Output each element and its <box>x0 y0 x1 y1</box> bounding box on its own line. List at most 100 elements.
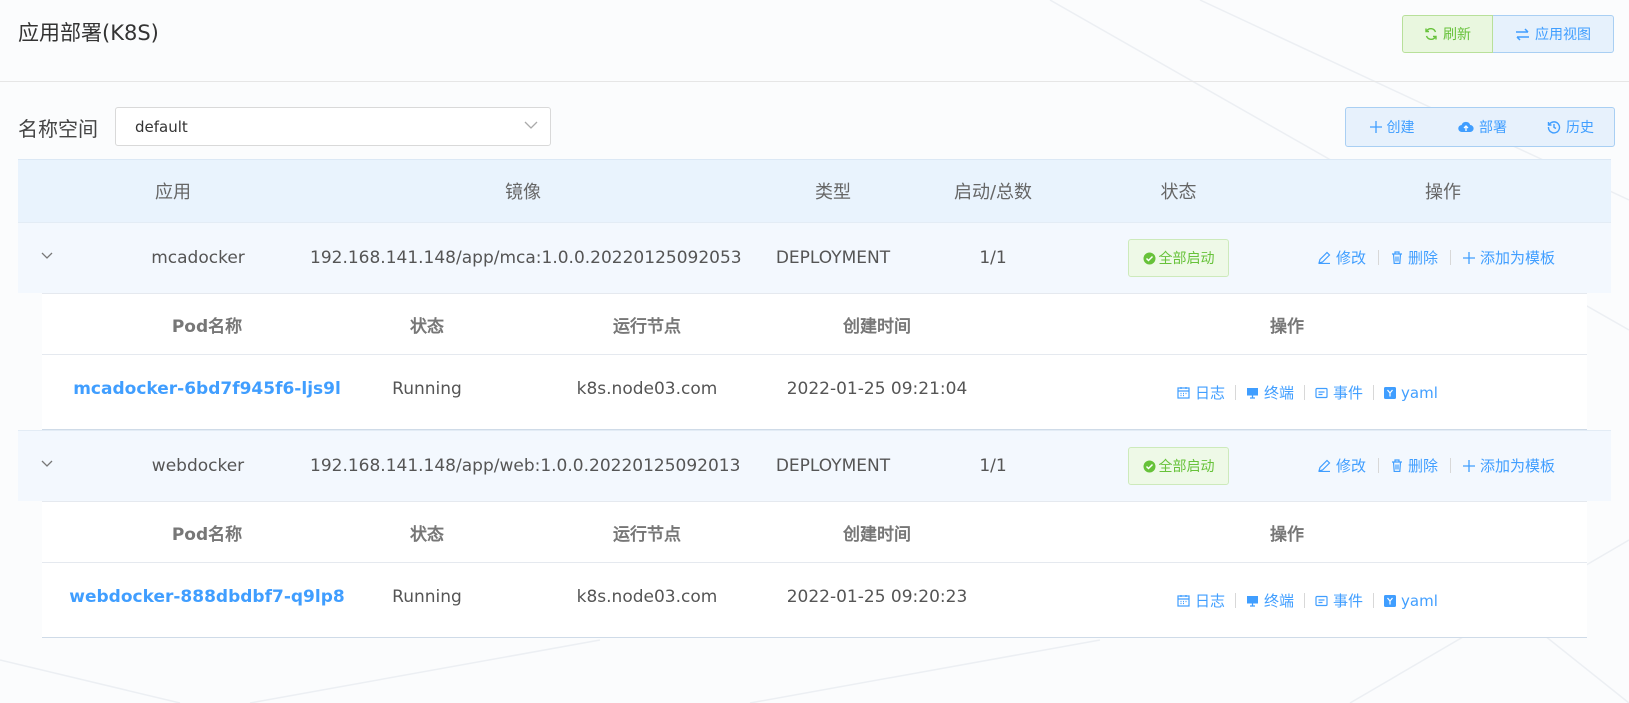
yaml-button[interactable]: yaml <box>1384 384 1438 402</box>
plus-icon <box>1369 121 1382 133</box>
add-template-label: 添加为模板 <box>1480 249 1556 267</box>
table-row: webdocker 192.168.141.148/app/web:1.0.0.… <box>18 430 1611 501</box>
terminal-label: 终端 <box>1264 592 1295 610</box>
pod-status: Running <box>392 587 462 607</box>
pod-node: k8s.node03.com <box>576 379 718 399</box>
refresh-label: 刷新 <box>1443 27 1471 43</box>
divider <box>1378 458 1380 473</box>
pod-table-header: Pod名称 状态 运行节点 创建时间 操作 <box>42 293 1587 355</box>
app-type: DEPLOYMENT <box>775 456 891 476</box>
add-template-button[interactable]: 添加为模板 <box>1463 247 1555 268</box>
logs-label: 日志 <box>1195 592 1226 610</box>
column-header-ops: 操作 <box>1425 182 1461 203</box>
divider <box>1373 593 1375 608</box>
table-row: mcadocker 192.168.141.148/app/mca:1.0.0.… <box>18 222 1611 293</box>
deploy-button[interactable]: 部署 <box>1438 108 1527 146</box>
divider <box>1304 593 1306 608</box>
yaml-label: yaml <box>1401 383 1438 402</box>
plus-icon <box>1463 251 1476 264</box>
deploy-label: 部署 <box>1479 120 1507 136</box>
divider <box>1378 250 1380 265</box>
plus-icon <box>1463 459 1476 472</box>
pod-name-link[interactable]: webdocker-888dbdbf7-q9lp8 <box>62 587 352 607</box>
action-button-group: 创建 部署 历史 <box>1345 107 1615 147</box>
deployment-table: 应用 镜像 类型 启动/总数 状态 操作 mcadocker 192.168.1… <box>18 159 1611 638</box>
add-template-label: 添加为模板 <box>1480 457 1556 475</box>
create-label: 创建 <box>1386 120 1415 136</box>
column-header-count: 启动/总数 <box>953 182 1033 203</box>
delete-label: 删除 <box>1408 457 1439 475</box>
yaml-button[interactable]: yaml <box>1384 592 1438 610</box>
app-view-label: 应用视图 <box>1535 27 1591 43</box>
calendar-icon <box>1177 594 1190 607</box>
terminal-label: 终端 <box>1264 384 1295 402</box>
divider <box>1235 593 1237 608</box>
delete-button[interactable]: 删除 <box>1391 455 1438 476</box>
yaml-label: yaml <box>1401 591 1438 610</box>
terminal-button[interactable]: 终端 <box>1246 590 1294 611</box>
add-template-button[interactable]: 添加为模板 <box>1463 455 1555 476</box>
page-title: 应用部署(K8S) <box>18 21 159 45</box>
pod-actions: 日志 终端 事件 yaml <box>1177 382 1438 403</box>
swap-icon <box>1515 27 1530 41</box>
pod-column-name: Pod名称 <box>171 317 243 337</box>
logs-button[interactable]: 日志 <box>1177 382 1225 403</box>
delete-label: 删除 <box>1408 249 1439 267</box>
refresh-icon <box>1424 27 1438 41</box>
logs-label: 日志 <box>1195 384 1226 402</box>
yaml-icon <box>1384 594 1397 607</box>
app-image: 192.168.141.148/app/web:1.0.0.2022012509… <box>310 456 741 476</box>
app-view-button[interactable]: 应用视图 <box>1493 15 1614 53</box>
column-header-image: 镜像 <box>505 182 541 203</box>
pod-column-created: 创建时间 <box>843 525 911 545</box>
status-text: 全部启动 <box>1158 251 1215 267</box>
namespace-value: default <box>135 117 188 136</box>
terminal-button[interactable]: 终端 <box>1246 382 1294 403</box>
calendar-icon <box>1177 386 1190 399</box>
edit-button[interactable]: 修改 <box>1318 455 1366 476</box>
app-type: DEPLOYMENT <box>775 248 891 268</box>
check-circle-icon <box>1143 252 1156 265</box>
divider <box>1450 250 1452 265</box>
divider <box>1304 385 1306 400</box>
column-header-status: 状态 <box>1160 182 1197 203</box>
status-text: 全部启动 <box>1158 459 1215 475</box>
edit-label: 修改 <box>1336 457 1367 475</box>
pod-column-node: 运行节点 <box>613 525 681 545</box>
app-name: mcadocker <box>151 248 245 268</box>
divider <box>1450 458 1452 473</box>
cloud-upload-icon <box>1458 121 1474 133</box>
app-count: 1/1 <box>979 248 1007 268</box>
chevron-down-icon[interactable] <box>40 459 56 473</box>
chevron-down-icon <box>524 120 538 130</box>
namespace-select[interactable]: default <box>115 107 551 146</box>
events-button[interactable]: 事件 <box>1315 590 1363 611</box>
pod-table: Pod名称 状态 运行节点 创建时间 操作 mcadocker-6bd7f945… <box>42 293 1587 430</box>
chevron-down-icon[interactable] <box>40 251 56 265</box>
pod-actions: 日志 终端 事件 yaml <box>1177 590 1438 611</box>
history-button[interactable]: 历史 <box>1527 108 1614 146</box>
check-circle-icon <box>1143 460 1156 473</box>
pod-column-status: 状态 <box>410 525 444 545</box>
monitor-icon <box>1246 387 1259 399</box>
message-icon <box>1315 387 1328 399</box>
yaml-icon <box>1384 386 1397 399</box>
trash-icon <box>1391 251 1403 264</box>
pod-created: 2022-01-25 09:20:23 <box>786 587 968 607</box>
delete-button[interactable]: 删除 <box>1391 247 1438 268</box>
pod-name-link[interactable]: mcadocker-6bd7f945f6-ljs9l <box>62 379 352 399</box>
column-header-type: 类型 <box>815 182 851 203</box>
create-button[interactable]: 创建 <box>1346 108 1438 146</box>
events-label: 事件 <box>1333 384 1364 402</box>
pod-column-name: Pod名称 <box>171 525 243 545</box>
pod-column-ops: 操作 <box>1270 525 1304 545</box>
edit-label: 修改 <box>1336 249 1367 267</box>
divider <box>1373 385 1375 400</box>
pod-column-node: 运行节点 <box>613 317 681 337</box>
edit-button[interactable]: 修改 <box>1318 247 1366 268</box>
status-badge: 全部启动 <box>1128 239 1229 277</box>
events-button[interactable]: 事件 <box>1315 382 1363 403</box>
pod-table-header: Pod名称 状态 运行节点 创建时间 操作 <box>42 501 1587 563</box>
refresh-button[interactable]: 刷新 <box>1402 15 1493 53</box>
logs-button[interactable]: 日志 <box>1177 590 1225 611</box>
